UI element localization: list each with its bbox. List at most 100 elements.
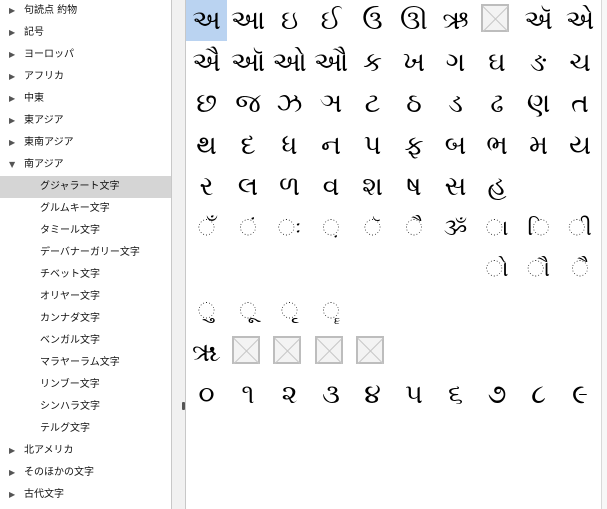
sidebar-subitem[interactable]: オリヤー文字 xyxy=(0,286,171,308)
character-cell[interactable]: ૐ xyxy=(435,208,476,249)
character-cell[interactable]: ગ xyxy=(435,42,476,83)
character-cell[interactable]: ૬ xyxy=(435,374,476,415)
character-cell[interactable]: ૭ xyxy=(477,374,518,415)
character-cell[interactable]: ઁ xyxy=(186,208,227,249)
character-cell[interactable]: ૦ xyxy=(186,374,227,415)
sidebar-subitem[interactable]: マラヤーラム文字 xyxy=(0,352,171,374)
sidebar-subitem[interactable]: ベンガル文字 xyxy=(0,330,171,352)
character-cell[interactable] xyxy=(352,249,393,290)
character-cell[interactable]: મ xyxy=(518,125,559,166)
character-cell[interactable] xyxy=(560,332,601,373)
character-cell[interactable]: િ xyxy=(518,208,559,249)
disclosure-closed-icon[interactable]: ▶ xyxy=(9,132,15,154)
character-cell[interactable] xyxy=(518,166,559,207)
character-cell[interactable]: ય xyxy=(560,125,601,166)
character-cell[interactable] xyxy=(477,332,518,373)
character-cell[interactable] xyxy=(518,291,559,332)
character-cell[interactable] xyxy=(228,249,269,290)
missing-glyph-cell[interactable] xyxy=(269,332,310,373)
sidebar-item[interactable]: ▼ 南アジア xyxy=(0,154,171,176)
character-cell[interactable]: ખ xyxy=(394,42,435,83)
disclosure-closed-icon[interactable]: ▶ xyxy=(9,462,15,484)
sidebar-item[interactable]: ▶ 東南アジア xyxy=(0,132,171,154)
character-cell[interactable] xyxy=(352,291,393,332)
character-cell[interactable] xyxy=(186,249,227,290)
character-cell[interactable]: ષ xyxy=(394,166,435,207)
sidebar-subitem[interactable]: リンブー文字 xyxy=(0,374,171,396)
vertical-scrollbar[interactable] xyxy=(601,0,607,509)
character-cell[interactable]: ઠ xyxy=(394,83,435,124)
character-cell[interactable]: ર xyxy=(186,166,227,207)
character-cell[interactable]: ૈ xyxy=(560,249,601,290)
character-cell[interactable]: ૌ xyxy=(518,249,559,290)
sidebar-item[interactable]: ▶ 句読点 約物 xyxy=(0,0,171,22)
character-cell[interactable]: ળ xyxy=(269,166,310,207)
sidebar-subitem[interactable]: チベット文字 xyxy=(0,264,171,286)
character-cell[interactable]: ઉ xyxy=(352,0,393,41)
character-cell[interactable]: સ xyxy=(435,166,476,207)
character-cell[interactable]: ુ xyxy=(186,291,227,332)
character-cell[interactable]: ૂ xyxy=(228,291,269,332)
sidebar-subitem[interactable]: テルグ文字 xyxy=(0,418,171,440)
sidebar-subitem[interactable]: カンナダ文字 xyxy=(0,308,171,330)
character-cell[interactable]: ૃ xyxy=(269,291,310,332)
character-cell[interactable]: ઼ xyxy=(311,208,352,249)
character-cell[interactable] xyxy=(311,249,352,290)
character-cell[interactable]: ઑ xyxy=(228,42,269,83)
character-cell[interactable]: જ xyxy=(228,83,269,124)
character-cell[interactable]: શ xyxy=(352,166,393,207)
character-cell[interactable]: ો xyxy=(477,249,518,290)
character-cell[interactable]: ક xyxy=(352,42,393,83)
sidebar-subitem[interactable]: グルムキー文字 xyxy=(0,198,171,220)
missing-glyph-cell[interactable] xyxy=(477,0,518,41)
character-cell[interactable]: ન xyxy=(311,125,352,166)
character-cell[interactable]: ઝ xyxy=(269,83,310,124)
character-cell[interactable]: ી xyxy=(560,208,601,249)
character-cell[interactable] xyxy=(435,332,476,373)
character-cell[interactable] xyxy=(518,332,559,373)
character-cell[interactable]: ઓ xyxy=(269,42,310,83)
character-cell[interactable]: ૧ xyxy=(228,374,269,415)
character-cell[interactable]: ઘ xyxy=(477,42,518,83)
missing-glyph-cell[interactable] xyxy=(352,332,393,373)
character-cell[interactable]: ં xyxy=(228,208,269,249)
character-cell[interactable] xyxy=(435,249,476,290)
character-cell[interactable]: ણ xyxy=(518,83,559,124)
character-cell[interactable]: હ xyxy=(477,166,518,207)
character-cell[interactable]: ડ xyxy=(435,83,476,124)
character-cell[interactable]: બ xyxy=(435,125,476,166)
missing-glyph-cell[interactable] xyxy=(311,332,352,373)
character-cell[interactable]: લ xyxy=(228,166,269,207)
sidebar-item[interactable]: ▶ アフリカ xyxy=(0,66,171,88)
character-cell[interactable]: ફ xyxy=(394,125,435,166)
character-cell[interactable]: ઊ xyxy=(394,0,435,41)
sidebar-item[interactable]: ▶ 中東 xyxy=(0,88,171,110)
character-cell[interactable]: ઇ xyxy=(269,0,310,41)
character-cell[interactable]: આ xyxy=(228,0,269,41)
character-cell[interactable]: પ xyxy=(352,125,393,166)
character-cell[interactable] xyxy=(560,291,601,332)
character-cell[interactable]: થ xyxy=(186,125,227,166)
disclosure-closed-icon[interactable]: ▶ xyxy=(9,88,15,110)
character-cell[interactable]: ભ xyxy=(477,125,518,166)
sidebar-subitem[interactable]: タミール文字 xyxy=(0,220,171,242)
character-cell[interactable]: ૅ xyxy=(352,208,393,249)
character-cell[interactable]: ઈ xyxy=(311,0,352,41)
character-cell[interactable]: ઔ xyxy=(311,42,352,83)
character-cell[interactable] xyxy=(560,166,601,207)
character-cell[interactable]: ઍ xyxy=(518,0,559,41)
character-cell[interactable]: ૄ xyxy=(311,291,352,332)
character-cell[interactable]: ા xyxy=(477,208,518,249)
character-cell[interactable] xyxy=(435,291,476,332)
character-cell[interactable]: એ xyxy=(560,0,601,41)
character-cell[interactable] xyxy=(394,291,435,332)
character-cell[interactable]: અ xyxy=(186,0,227,41)
pane-splitter[interactable] xyxy=(172,0,186,509)
disclosure-closed-icon[interactable]: ▶ xyxy=(9,110,15,132)
character-cell[interactable] xyxy=(394,332,435,373)
sidebar-item[interactable]: ▶ 東アジア xyxy=(0,110,171,132)
disclosure-closed-icon[interactable]: ▶ xyxy=(9,66,15,88)
splitter-grip-icon[interactable] xyxy=(182,402,185,410)
character-cell[interactable]: ૯ xyxy=(560,374,601,415)
character-cell[interactable]: ઐ xyxy=(186,42,227,83)
